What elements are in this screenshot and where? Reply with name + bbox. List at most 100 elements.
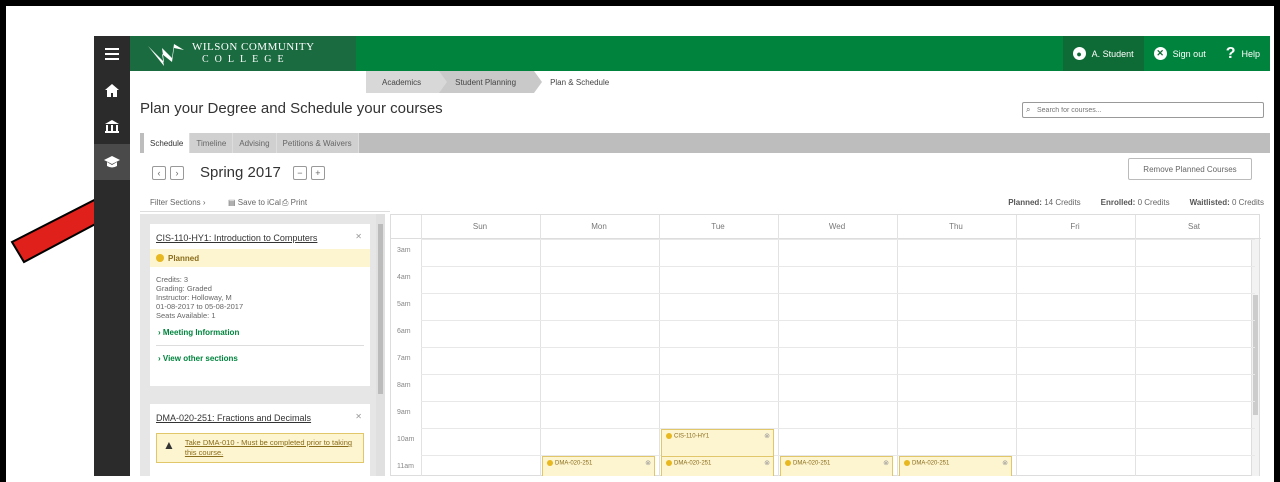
print-link[interactable]: ⎙ Print xyxy=(282,198,307,208)
day-header-tue: Tue xyxy=(711,222,725,231)
course-title-link[interactable]: CIS-110-HY1: Introduction to Computers xyxy=(150,224,370,249)
day-header-mon: Mon xyxy=(591,222,607,231)
signout-label: Sign out xyxy=(1172,48,1206,59)
calendar-icon: ▤ xyxy=(228,198,238,207)
hour-label: 4am xyxy=(397,274,411,281)
event-label: DMA-020-251 xyxy=(555,460,593,467)
hour-label: 7am xyxy=(397,355,411,362)
top-header: WILSON COMMUNITY COLLEGE ● A. Student ✕ … xyxy=(130,36,1270,71)
previous-term-button[interactable]: ‹ xyxy=(152,165,166,180)
calendar-event[interactable]: DMA-020-251 ⊗ xyxy=(542,455,655,476)
help-label: Help xyxy=(1241,48,1260,59)
credit-summary: Planned: 14 Credits Enrolled: 0 Credits … xyxy=(1008,198,1264,207)
status-badge: Planned xyxy=(150,249,370,267)
breadcrumb: Academics Student Planning Plan & Schedu… xyxy=(366,71,628,93)
planned-credits: Planned: 14 Credits xyxy=(1008,198,1081,207)
save-to-ical-link[interactable]: ▤ Save to iCal xyxy=(228,198,281,207)
calendar-event[interactable]: DMA-020-251 ⊗ xyxy=(780,455,893,476)
calendar-scrollbar[interactable] xyxy=(1251,239,1259,476)
course-card-dma020: DMA-020-251: Fractions and Decimals ✕ ▲ … xyxy=(150,404,370,476)
calendar-event[interactable]: DMA-020-251 ⊗ xyxy=(899,455,1012,476)
search-icon: ⌕ xyxy=(1026,105,1031,114)
course-search-input[interactable] xyxy=(1022,102,1264,118)
menu-icon[interactable] xyxy=(94,36,130,72)
hour-label: 3am xyxy=(397,247,411,254)
logo-line2: COLLEGE xyxy=(202,54,290,65)
weekly-calendar: Sun Mon Tue Wed Thu Fri Sat 3am 4am 5am 6am 7am 8am… xyxy=(390,214,1261,476)
hour-label: 9am xyxy=(397,409,411,416)
hour-label: 5am xyxy=(397,301,411,308)
waitlisted-credits: Waitlisted: 0 Credits xyxy=(1189,198,1264,207)
event-label: CIS-110-HY1 xyxy=(674,433,710,440)
day-header-sat: Sat xyxy=(1187,222,1200,231)
tab-timeline[interactable]: Timeline xyxy=(190,133,234,153)
bank-icon[interactable] xyxy=(94,108,130,144)
remove-event-icon[interactable]: ⊗ xyxy=(645,459,651,467)
view-other-sections-link[interactable]: › View other sections xyxy=(150,350,370,367)
tab-schedule[interactable]: Schedule xyxy=(144,133,191,153)
help-button[interactable]: ? Help xyxy=(1216,36,1270,71)
student-planning-app: WILSON COMMUNITY COLLEGE ● A. Student ✕ … xyxy=(94,36,1270,476)
user-icon: ● xyxy=(1072,47,1086,60)
page-title: Plan your Degree and Schedule your cours… xyxy=(140,100,443,117)
prerequisite-link[interactable]: Take DMA-010 - Must be completed prior t… xyxy=(185,438,357,458)
help-icon: ? xyxy=(1225,44,1236,62)
filter-sections-link[interactable]: Filter Sections › xyxy=(150,198,206,207)
breadcrumb-academics[interactable]: Academics xyxy=(366,71,448,93)
course-details: Credits: 3 Grading: Graded Instructor: H… xyxy=(156,275,244,320)
tab-bar: Schedule Timeline Advising Petitions & W… xyxy=(140,133,1270,153)
planned-status-icon xyxy=(785,459,791,466)
planned-status-icon xyxy=(547,459,553,466)
graduation-cap-icon[interactable] xyxy=(94,144,130,180)
print-icon: ⎙ xyxy=(282,198,291,207)
signout-icon: ✕ xyxy=(1153,47,1167,60)
remove-event-icon[interactable]: ⊗ xyxy=(764,432,770,440)
event-label: DMA-020-251 xyxy=(674,460,712,467)
next-term-button[interactable]: › xyxy=(170,165,184,180)
planned-status-icon xyxy=(156,254,164,262)
hour-label: 11am xyxy=(397,463,414,470)
signout-button[interactable]: ✕ Sign out xyxy=(1144,36,1216,71)
user-label: A. Student xyxy=(1091,48,1134,59)
remove-planned-courses-button[interactable]: Remove Planned Courses xyxy=(1128,158,1252,180)
close-icon[interactable]: ✕ xyxy=(355,412,362,421)
tab-advising[interactable]: Advising xyxy=(233,133,277,153)
course-card-cis110: CIS-110-HY1: Introduction to Computers ✕… xyxy=(150,224,370,386)
breadcrumb-student-planning[interactable]: Student Planning xyxy=(439,71,542,93)
day-header-fri: Fri xyxy=(1070,222,1080,231)
calendar-event[interactable]: DMA-020-251 ⊗ xyxy=(661,455,774,476)
user-menu-button[interactable]: ● A. Student xyxy=(1062,36,1144,71)
logo-line1: WILSON COMMUNITY xyxy=(192,41,315,53)
course-title-link[interactable]: DMA-020-251: Fractions and Decimals xyxy=(150,404,370,429)
hour-label: 10am xyxy=(397,436,415,443)
college-logo[interactable]: WILSON COMMUNITY COLLEGE xyxy=(130,36,356,71)
close-icon[interactable]: ✕ xyxy=(355,232,362,241)
add-term-button[interactable]: + xyxy=(310,165,325,180)
prerequisite-warning: ▲ Take DMA-010 - Must be completed prior… xyxy=(156,433,364,463)
term-selector: ‹ › Spring 2017 − + xyxy=(152,164,325,181)
event-label: DMA-020-251 xyxy=(912,460,950,467)
enrolled-credits: Enrolled: 0 Credits xyxy=(1100,198,1170,207)
breadcrumb-plan-schedule: Plan & Schedule xyxy=(534,71,628,93)
event-label: DMA-020-251 xyxy=(793,460,831,467)
home-icon[interactable] xyxy=(94,72,130,108)
term-name: Spring 2017 xyxy=(200,164,281,181)
remove-term-button[interactable]: − xyxy=(292,165,307,180)
logo-swoosh-icon xyxy=(148,43,184,66)
screenshot-frame: WILSON COMMUNITY COLLEGE ● A. Student ✕ … xyxy=(6,6,1274,482)
course-list-panel: CIS-110-HY1: Introduction to Computers ✕… xyxy=(140,214,382,476)
course-list-scrollbar[interactable] xyxy=(376,214,385,476)
tab-petitions-waivers[interactable]: Petitions & Waivers xyxy=(276,133,359,153)
planned-status-icon xyxy=(666,432,672,439)
meeting-information-link[interactable]: › Meeting Information xyxy=(150,324,370,341)
day-header-wed: Wed xyxy=(828,222,846,231)
remove-event-icon[interactable]: ⊗ xyxy=(883,459,889,467)
calendar-day-header: Sun Mon Tue Wed Thu Fri Sat xyxy=(391,215,1261,239)
left-icon-rail xyxy=(94,36,130,476)
remove-event-icon[interactable]: ⊗ xyxy=(1002,459,1008,467)
hour-label: 8am xyxy=(397,382,411,389)
planned-status-icon xyxy=(666,459,672,466)
warning-icon: ▲ xyxy=(163,438,175,452)
day-header-sun: Sun xyxy=(472,222,488,231)
remove-event-icon[interactable]: ⊗ xyxy=(764,459,770,467)
